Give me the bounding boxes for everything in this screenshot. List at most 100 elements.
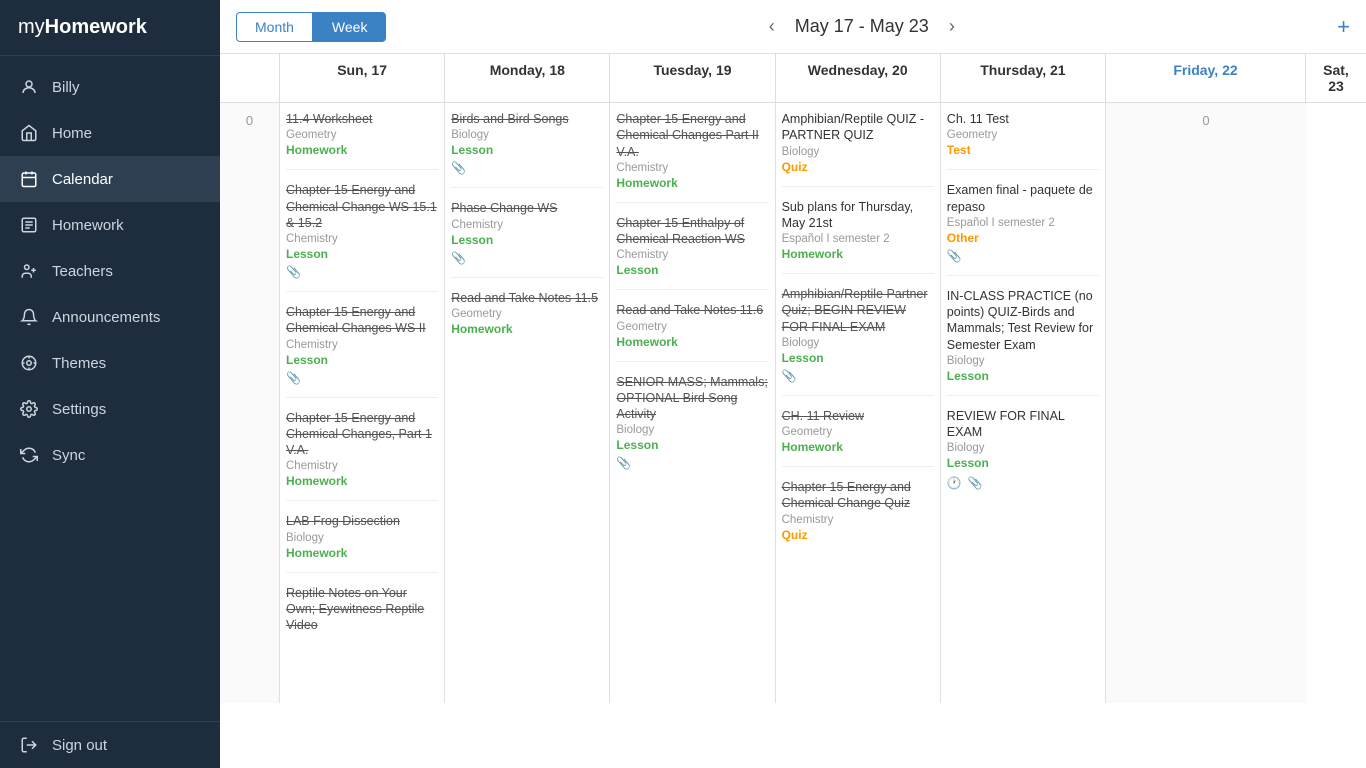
event-fri-1[interactable]: Ch. 11 Test Geometry Test	[947, 111, 1099, 157]
add-event-button[interactable]: +	[1337, 14, 1350, 40]
event-tue-3[interactable]: Read and Take Notes 11.5 Geometry Homewo…	[451, 290, 603, 336]
week-title: May 17 - May 23	[795, 16, 929, 37]
event-type: Lesson	[782, 351, 934, 365]
event-type: Homework	[451, 322, 603, 336]
event-type: Quiz	[782, 528, 934, 542]
event-wed-2[interactable]: Chapter 15 Enthalpy of Chemical Reaction…	[616, 215, 768, 278]
attachment-icon: 📎	[451, 161, 603, 175]
event-mon-6[interactable]: Reptile Notes on Your Own; Eyewitness Re…	[286, 585, 438, 634]
day-header-sun-label: Sun, 17	[280, 54, 445, 102]
event-title: Ch. 11 Test	[947, 111, 1099, 127]
sidebar-label-homework: Homework	[52, 217, 124, 234]
app-logo: myHomework	[0, 0, 220, 56]
sidebar-item-homework[interactable]: Homework	[0, 202, 220, 248]
event-fri-2[interactable]: Examen final - paquete de repaso Español…	[947, 182, 1099, 263]
bell-icon	[18, 306, 40, 328]
calendar-grid: Sun, 17 Monday, 18 Tuesday, 19 Wednesday…	[220, 54, 1366, 768]
monday-col: 11.4 Worksheet Geometry Homework Chapter…	[280, 103, 445, 703]
event-title: Read and Take Notes 11.6	[616, 302, 768, 318]
sidebar-label-user: Billy	[52, 79, 80, 96]
day-headers: Sun, 17 Monday, 18 Tuesday, 19 Wednesday…	[220, 54, 1366, 103]
event-thu-1[interactable]: Amphibian/Reptile QUIZ - PARTNER QUIZ Bi…	[782, 111, 934, 174]
event-subject: Chemistry	[286, 233, 438, 245]
event-title: Birds and Bird Songs	[451, 111, 603, 127]
day-header-wed: Wednesday, 20	[776, 54, 941, 102]
event-mon-3[interactable]: Chapter 15 Energy and Chemical Changes W…	[286, 304, 438, 385]
day-header-fri: Friday, 22	[1106, 54, 1306, 102]
sun-col: 0	[220, 103, 280, 703]
event-title: Chapter 15 Energy and Chemical Changes W…	[286, 304, 438, 337]
attachment-icon: 📎	[286, 371, 438, 385]
event-subject: Español I semester 2	[782, 233, 934, 245]
event-title: 11.4 Worksheet	[286, 111, 438, 127]
event-subject: Chemistry	[286, 460, 438, 472]
main-content: Month Week ‹ May 17 - May 23 › + Sun, 17…	[220, 0, 1366, 768]
event-tue-1[interactable]: Birds and Bird Songs Biology Lesson 📎	[451, 111, 603, 175]
event-thu-3[interactable]: Amphibian/Reptile Partner Quiz; BEGIN RE…	[782, 286, 934, 383]
event-wed-1[interactable]: Chapter 15 Energy and Chemical Changes P…	[616, 111, 768, 190]
sidebar-label-announcements: Announcements	[52, 309, 160, 326]
sync-icon	[18, 444, 40, 466]
event-subject: Biology	[782, 337, 934, 349]
event-subject: Geometry	[451, 308, 603, 320]
event-subject: Geometry	[947, 129, 1099, 141]
event-tue-2[interactable]: Phase Change WS Chemistry Lesson 📎	[451, 200, 603, 264]
sidebar-item-themes[interactable]: Themes	[0, 340, 220, 386]
sat-count: 0	[1202, 113, 1209, 128]
event-mon-4[interactable]: Chapter 15 Energy and Chemical Changes, …	[286, 410, 438, 489]
event-subject: Geometry	[616, 321, 768, 333]
event-thu-5[interactable]: Chapter 15 Energy and Chemical Change Qu…	[782, 479, 934, 542]
day-header-mon: Monday, 18	[445, 54, 610, 102]
event-thu-2[interactable]: Sub plans for Thursday, May 21st Español…	[782, 199, 934, 262]
day-header-sun	[220, 54, 280, 102]
sidebar-item-sync[interactable]: Sync	[0, 432, 220, 478]
clock-icon: 🕐	[947, 476, 962, 490]
event-type: Lesson	[451, 143, 603, 157]
event-type: Other	[947, 231, 1099, 245]
tuesday-col: Birds and Bird Songs Biology Lesson 📎 Ph…	[445, 103, 610, 703]
event-mon-1[interactable]: 11.4 Worksheet Geometry Homework	[286, 111, 438, 157]
event-subject: Español I semester 2	[947, 217, 1099, 229]
event-type: Lesson	[947, 369, 1099, 383]
event-thu-4[interactable]: CH. 11 Review Geometry Homework	[782, 408, 934, 454]
event-fri-3[interactable]: IN-CLASS PRACTICE (no points) QUIZ-Birds…	[947, 288, 1099, 383]
event-wed-3[interactable]: Read and Take Notes 11.6 Geometry Homewo…	[616, 302, 768, 348]
event-type: Homework	[286, 546, 438, 560]
sidebar-label-settings: Settings	[52, 401, 106, 418]
event-title: Read and Take Notes 11.5	[451, 290, 603, 306]
sidebar-item-user[interactable]: Billy	[0, 64, 220, 110]
event-type: Homework	[286, 474, 438, 488]
event-subject: Chemistry	[616, 162, 768, 174]
sidebar-item-settings[interactable]: Settings	[0, 386, 220, 432]
event-mon-2[interactable]: Chapter 15 Energy and Chemical Change WS…	[286, 182, 438, 279]
prev-week-button[interactable]: ‹	[761, 12, 783, 41]
sidebar-item-announcements[interactable]: Announcements	[0, 294, 220, 340]
sidebar-label-teachers: Teachers	[52, 263, 113, 280]
sidebar-item-home[interactable]: Home	[0, 110, 220, 156]
event-title: Chapter 15 Energy and Chemical Change Qu…	[782, 479, 934, 512]
week-view-button[interactable]: Week	[313, 12, 387, 42]
day-header-thu: Thursday, 21	[941, 54, 1106, 102]
sidebar: myHomework Billy Home Calendar Homework	[0, 0, 220, 768]
event-subject: Chemistry	[616, 249, 768, 261]
sidebar-item-teachers[interactable]: Teachers	[0, 248, 220, 294]
event-type: Lesson	[947, 456, 1099, 470]
event-title: Phase Change WS	[451, 200, 603, 216]
event-title: SENIOR MASS; Mammals; OPTIONAL Bird Song…	[616, 374, 768, 423]
event-wed-4[interactable]: SENIOR MASS; Mammals; OPTIONAL Bird Song…	[616, 374, 768, 471]
day-header-sat-label: Sat, 23	[1306, 54, 1366, 102]
sidebar-item-signout[interactable]: Sign out	[0, 721, 220, 768]
month-view-button[interactable]: Month	[236, 12, 313, 42]
event-title: Amphibian/Reptile QUIZ - PARTNER QUIZ	[782, 111, 934, 144]
event-type: Homework	[616, 176, 768, 190]
next-week-button[interactable]: ›	[941, 12, 963, 41]
event-title: CH. 11 Review	[782, 408, 934, 424]
sidebar-item-calendar[interactable]: Calendar	[0, 156, 220, 202]
event-fri-4[interactable]: REVIEW FOR FINAL EXAM Biology Lesson 🕐 📎	[947, 408, 1099, 491]
event-subject: Chemistry	[782, 514, 934, 526]
logo-hw: Homework	[45, 16, 147, 38]
event-subject: Chemistry	[451, 219, 603, 231]
event-subject: Biology	[947, 355, 1099, 367]
event-title: Chapter 15 Energy and Chemical Change WS…	[286, 182, 438, 231]
event-mon-5[interactable]: LAB Frog Dissection Biology Homework	[286, 513, 438, 559]
